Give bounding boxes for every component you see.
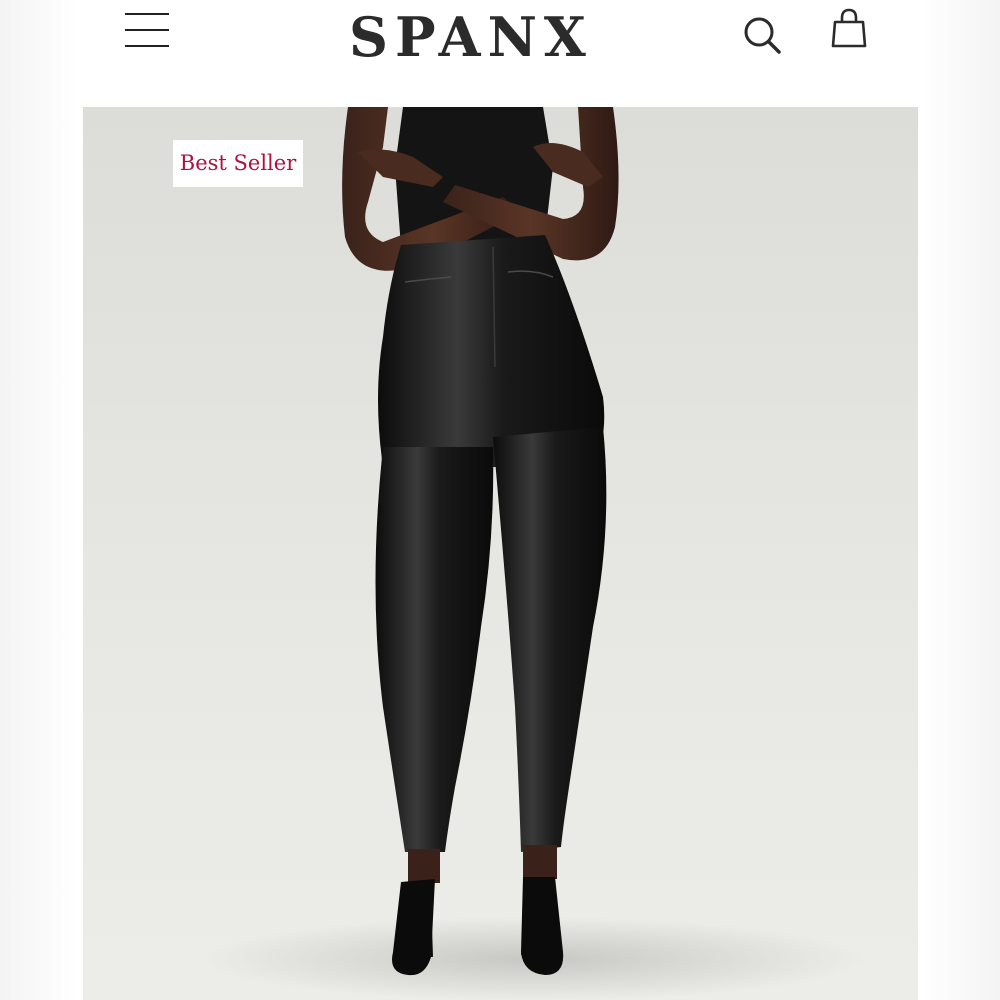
shopping-bag-icon[interactable]: [825, 6, 873, 54]
product-hero-image[interactable]: Best Seller: [83, 107, 918, 1000]
mobile-page: SPANX®: [83, 0, 918, 1000]
brand-logo[interactable]: SPANX®: [349, 4, 599, 67]
brand-name: SPANX: [349, 5, 593, 69]
best-seller-badge: Best Seller: [173, 140, 303, 187]
site-header: SPANX®: [83, 0, 918, 107]
search-icon[interactable]: [741, 14, 785, 58]
hamburger-menu-icon[interactable]: [124, 10, 170, 50]
model-leggings-photo: [203, 107, 863, 1000]
